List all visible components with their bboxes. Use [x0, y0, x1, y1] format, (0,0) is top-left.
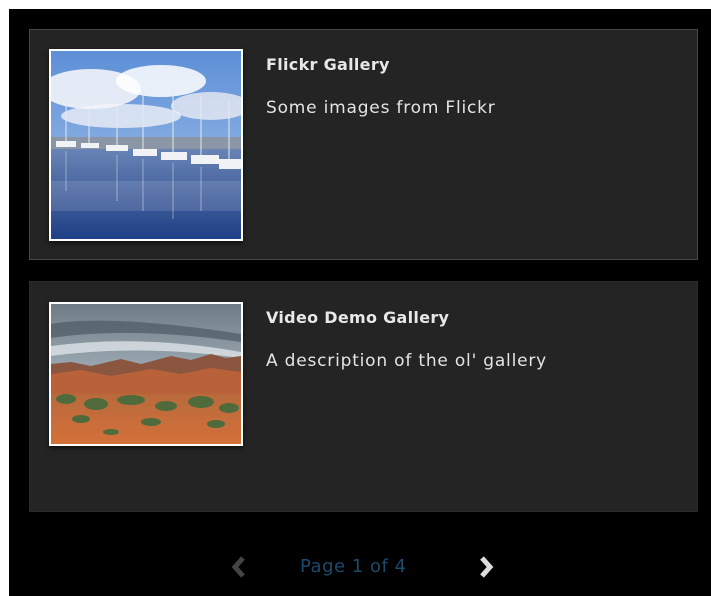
gallery-title[interactable]: Video Demo Gallery — [266, 308, 449, 327]
chevron-right-icon — [480, 556, 494, 578]
harbor-sailboats-image — [51, 51, 241, 239]
gallery-description: Some images from Flickr — [266, 98, 496, 118]
pagination: Page 1 of 4 — [9, 547, 711, 587]
desert-landscape-image — [51, 304, 241, 444]
page-indicator: Page 1 of 4 — [300, 556, 407, 577]
gallery-description: A description of the ol' gallery — [266, 351, 548, 371]
gallery-card-flickr[interactable]: Flickr Gallery Some images from Flickr — [29, 29, 698, 260]
gallery-card-video-demo[interactable]: Video Demo Gallery A description of the … — [29, 281, 698, 512]
chevron-left-icon — [231, 556, 245, 578]
gallery-thumbnail[interactable] — [49, 49, 243, 241]
gallery-thumbnail[interactable] — [49, 302, 243, 446]
gallery-title[interactable]: Flickr Gallery — [266, 55, 390, 74]
previous-page-button[interactable] — [230, 555, 248, 579]
gallery-list-panel: Flickr Gallery Some images from Flickr V… — [9, 9, 711, 596]
next-page-button[interactable] — [477, 555, 495, 579]
